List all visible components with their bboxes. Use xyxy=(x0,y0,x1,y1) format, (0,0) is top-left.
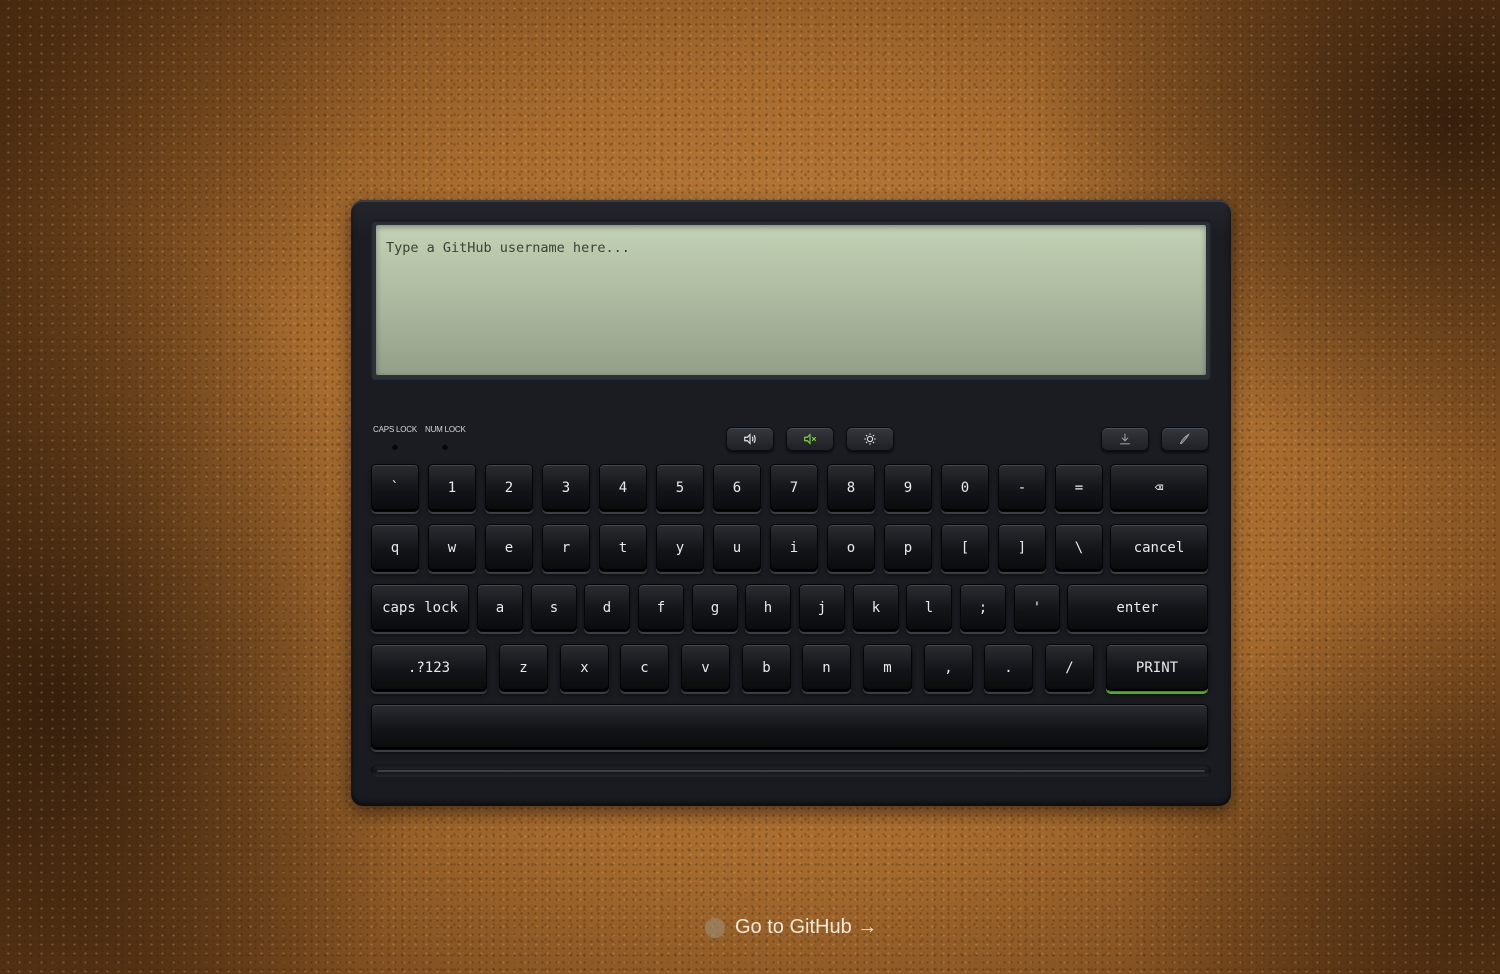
key-v[interactable]: v xyxy=(681,644,730,692)
pen-icon xyxy=(1179,433,1190,445)
key-h[interactable]: h xyxy=(745,584,791,632)
keyboard-device: CAPS LOCK NUM LOCK xyxy=(351,200,1231,806)
key-slash[interactable]: / xyxy=(1045,644,1094,692)
key-g[interactable]: g xyxy=(692,584,738,632)
key-a[interactable]: a xyxy=(477,584,523,632)
key-m[interactable]: m xyxy=(863,644,912,692)
key-quote[interactable]: ' xyxy=(1014,584,1060,632)
key-6[interactable]: 6 xyxy=(713,464,761,512)
key-2[interactable]: 2 xyxy=(485,464,533,512)
speaker-mute-icon xyxy=(804,433,817,445)
caps-lock-indicator: CAPS LOCK xyxy=(373,425,417,450)
download-icon xyxy=(1120,433,1130,445)
caps-lock-label: CAPS LOCK xyxy=(373,425,417,434)
key-q[interactable]: q xyxy=(371,524,419,572)
key-s[interactable]: s xyxy=(531,584,577,632)
download-button[interactable] xyxy=(1101,427,1149,451)
key-1[interactable]: 1 xyxy=(428,464,476,512)
num-lock-label: NUM LOCK xyxy=(425,425,466,434)
speaker-icon xyxy=(744,433,756,445)
key-space[interactable] xyxy=(371,704,1208,750)
key-z[interactable]: z xyxy=(499,644,548,692)
key-8[interactable]: 8 xyxy=(827,464,875,512)
key-backtick[interactable]: ` xyxy=(371,464,419,512)
key-caps-lock[interactable]: caps lock xyxy=(371,584,469,632)
key-k[interactable]: k xyxy=(853,584,899,632)
key-left-bracket[interactable]: [ xyxy=(941,524,989,572)
paper-slot-line xyxy=(377,770,1205,772)
key-c[interactable]: c xyxy=(620,644,669,692)
sound-on-button[interactable] xyxy=(726,427,774,451)
go-to-github-link[interactable]: Go to GitHub → xyxy=(705,916,877,939)
key-backspace[interactable]: ⌫ xyxy=(1110,464,1208,512)
key-e[interactable]: e xyxy=(485,524,533,572)
sun-icon xyxy=(864,433,876,445)
print-button[interactable]: PRINT xyxy=(1106,644,1208,692)
mute-button[interactable] xyxy=(786,427,834,451)
num-lock-indicator: NUM LOCK xyxy=(425,425,466,450)
key-4[interactable]: 4 xyxy=(599,464,647,512)
key-right-bracket[interactable]: ] xyxy=(998,524,1046,572)
key-semicolon[interactable]: ; xyxy=(960,584,1006,632)
github-avatar-icon xyxy=(705,917,725,938)
key-period[interactable]: . xyxy=(984,644,1033,692)
num-lock-led xyxy=(442,444,449,450)
key-j[interactable]: j xyxy=(799,584,845,632)
caps-lock-led xyxy=(392,444,398,450)
key-enter[interactable]: enter xyxy=(1067,584,1208,632)
brightness-button[interactable] xyxy=(846,427,894,451)
go-to-github-label: Go to GitHub → xyxy=(735,916,878,938)
key-cancel[interactable]: cancel xyxy=(1110,524,1208,572)
key-minus[interactable]: - xyxy=(998,464,1046,512)
pen-button[interactable] xyxy=(1161,427,1209,451)
key-backslash[interactable]: \ xyxy=(1055,524,1103,572)
key-0[interactable]: 0 xyxy=(941,464,989,512)
username-input[interactable] xyxy=(386,240,1196,256)
key-x[interactable]: x xyxy=(560,644,609,692)
key-3[interactable]: 3 xyxy=(542,464,590,512)
paper-output-slot xyxy=(371,765,1211,777)
key-r[interactable]: r xyxy=(542,524,590,572)
key-u[interactable]: u xyxy=(713,524,761,572)
key-l[interactable]: l xyxy=(906,584,952,632)
key-d[interactable]: d xyxy=(584,584,630,632)
key-y[interactable]: y xyxy=(656,524,704,572)
key-symbols[interactable]: .?123 xyxy=(371,644,487,692)
key-n[interactable]: n xyxy=(802,644,851,692)
key-t[interactable]: t xyxy=(599,524,647,572)
key-b[interactable]: b xyxy=(742,644,791,692)
key-7[interactable]: 7 xyxy=(770,464,818,512)
lcd-bezel xyxy=(371,220,1211,380)
key-5[interactable]: 5 xyxy=(656,464,704,512)
key-equals[interactable]: = xyxy=(1055,464,1103,512)
key-comma[interactable]: , xyxy=(924,644,973,692)
lcd-screen xyxy=(376,225,1206,375)
key-i[interactable]: i xyxy=(770,524,818,572)
key-o[interactable]: o xyxy=(827,524,875,572)
key-w[interactable]: w xyxy=(428,524,476,572)
key-p[interactable]: p xyxy=(884,524,932,572)
key-f[interactable]: f xyxy=(638,584,684,632)
key-9[interactable]: 9 xyxy=(884,464,932,512)
